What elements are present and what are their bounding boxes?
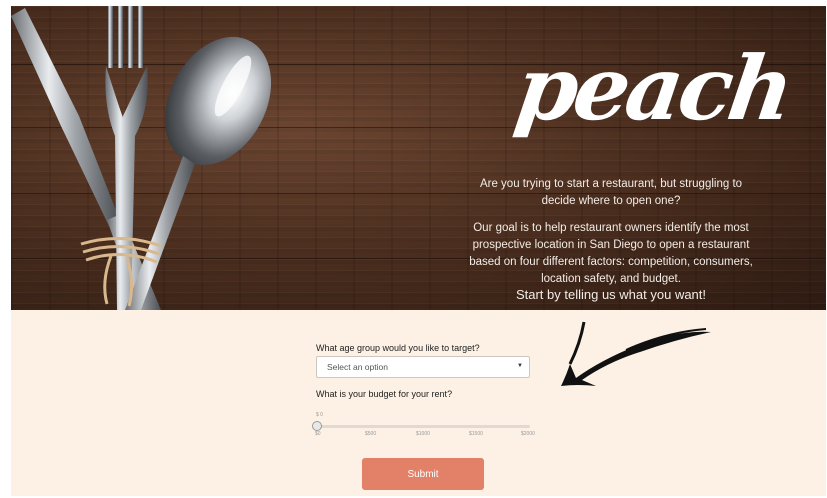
budget-tick-0: $0	[315, 431, 321, 437]
age-group-label: What age group would you like to target?	[316, 343, 480, 353]
age-group-select-value: Select an option	[327, 362, 388, 372]
brand-logo: peach	[509, 36, 797, 140]
budget-tick-1000: $1000	[416, 431, 430, 437]
submit-button[interactable]: Submit	[362, 458, 484, 490]
hero-goal-text: Our goal is to help restaurant owners id…	[469, 222, 753, 285]
budget-tick-1500: $1500	[469, 431, 483, 437]
hero-question: Are you trying to start a restaurant, bu…	[479, 178, 743, 207]
budget-label: What is your budget for your rent?	[316, 389, 453, 399]
hero-call-to-action: Start by telling us what you want!	[515, 287, 707, 302]
page-frame: peach Are you trying to start a restaura…	[11, 6, 826, 496]
chevron-down-icon: ▼	[517, 363, 523, 369]
preferences-form: What age group would you like to target?…	[11, 310, 826, 496]
budget-current-value: $ 0	[316, 412, 323, 418]
hero-banner: peach Are you trying to start a restaura…	[11, 6, 826, 310]
brush-arrow-icon	[561, 321, 711, 386]
cutlery-image	[11, 6, 272, 310]
budget-tick-500: $500	[365, 431, 377, 437]
budget-tick-2000: $2000	[521, 431, 535, 437]
spoon-icon	[125, 36, 272, 310]
budget-slider-track[interactable]	[316, 425, 530, 428]
age-group-select[interactable]: Select an option ▼	[316, 356, 530, 378]
budget-slider-handle[interactable]	[312, 421, 322, 431]
